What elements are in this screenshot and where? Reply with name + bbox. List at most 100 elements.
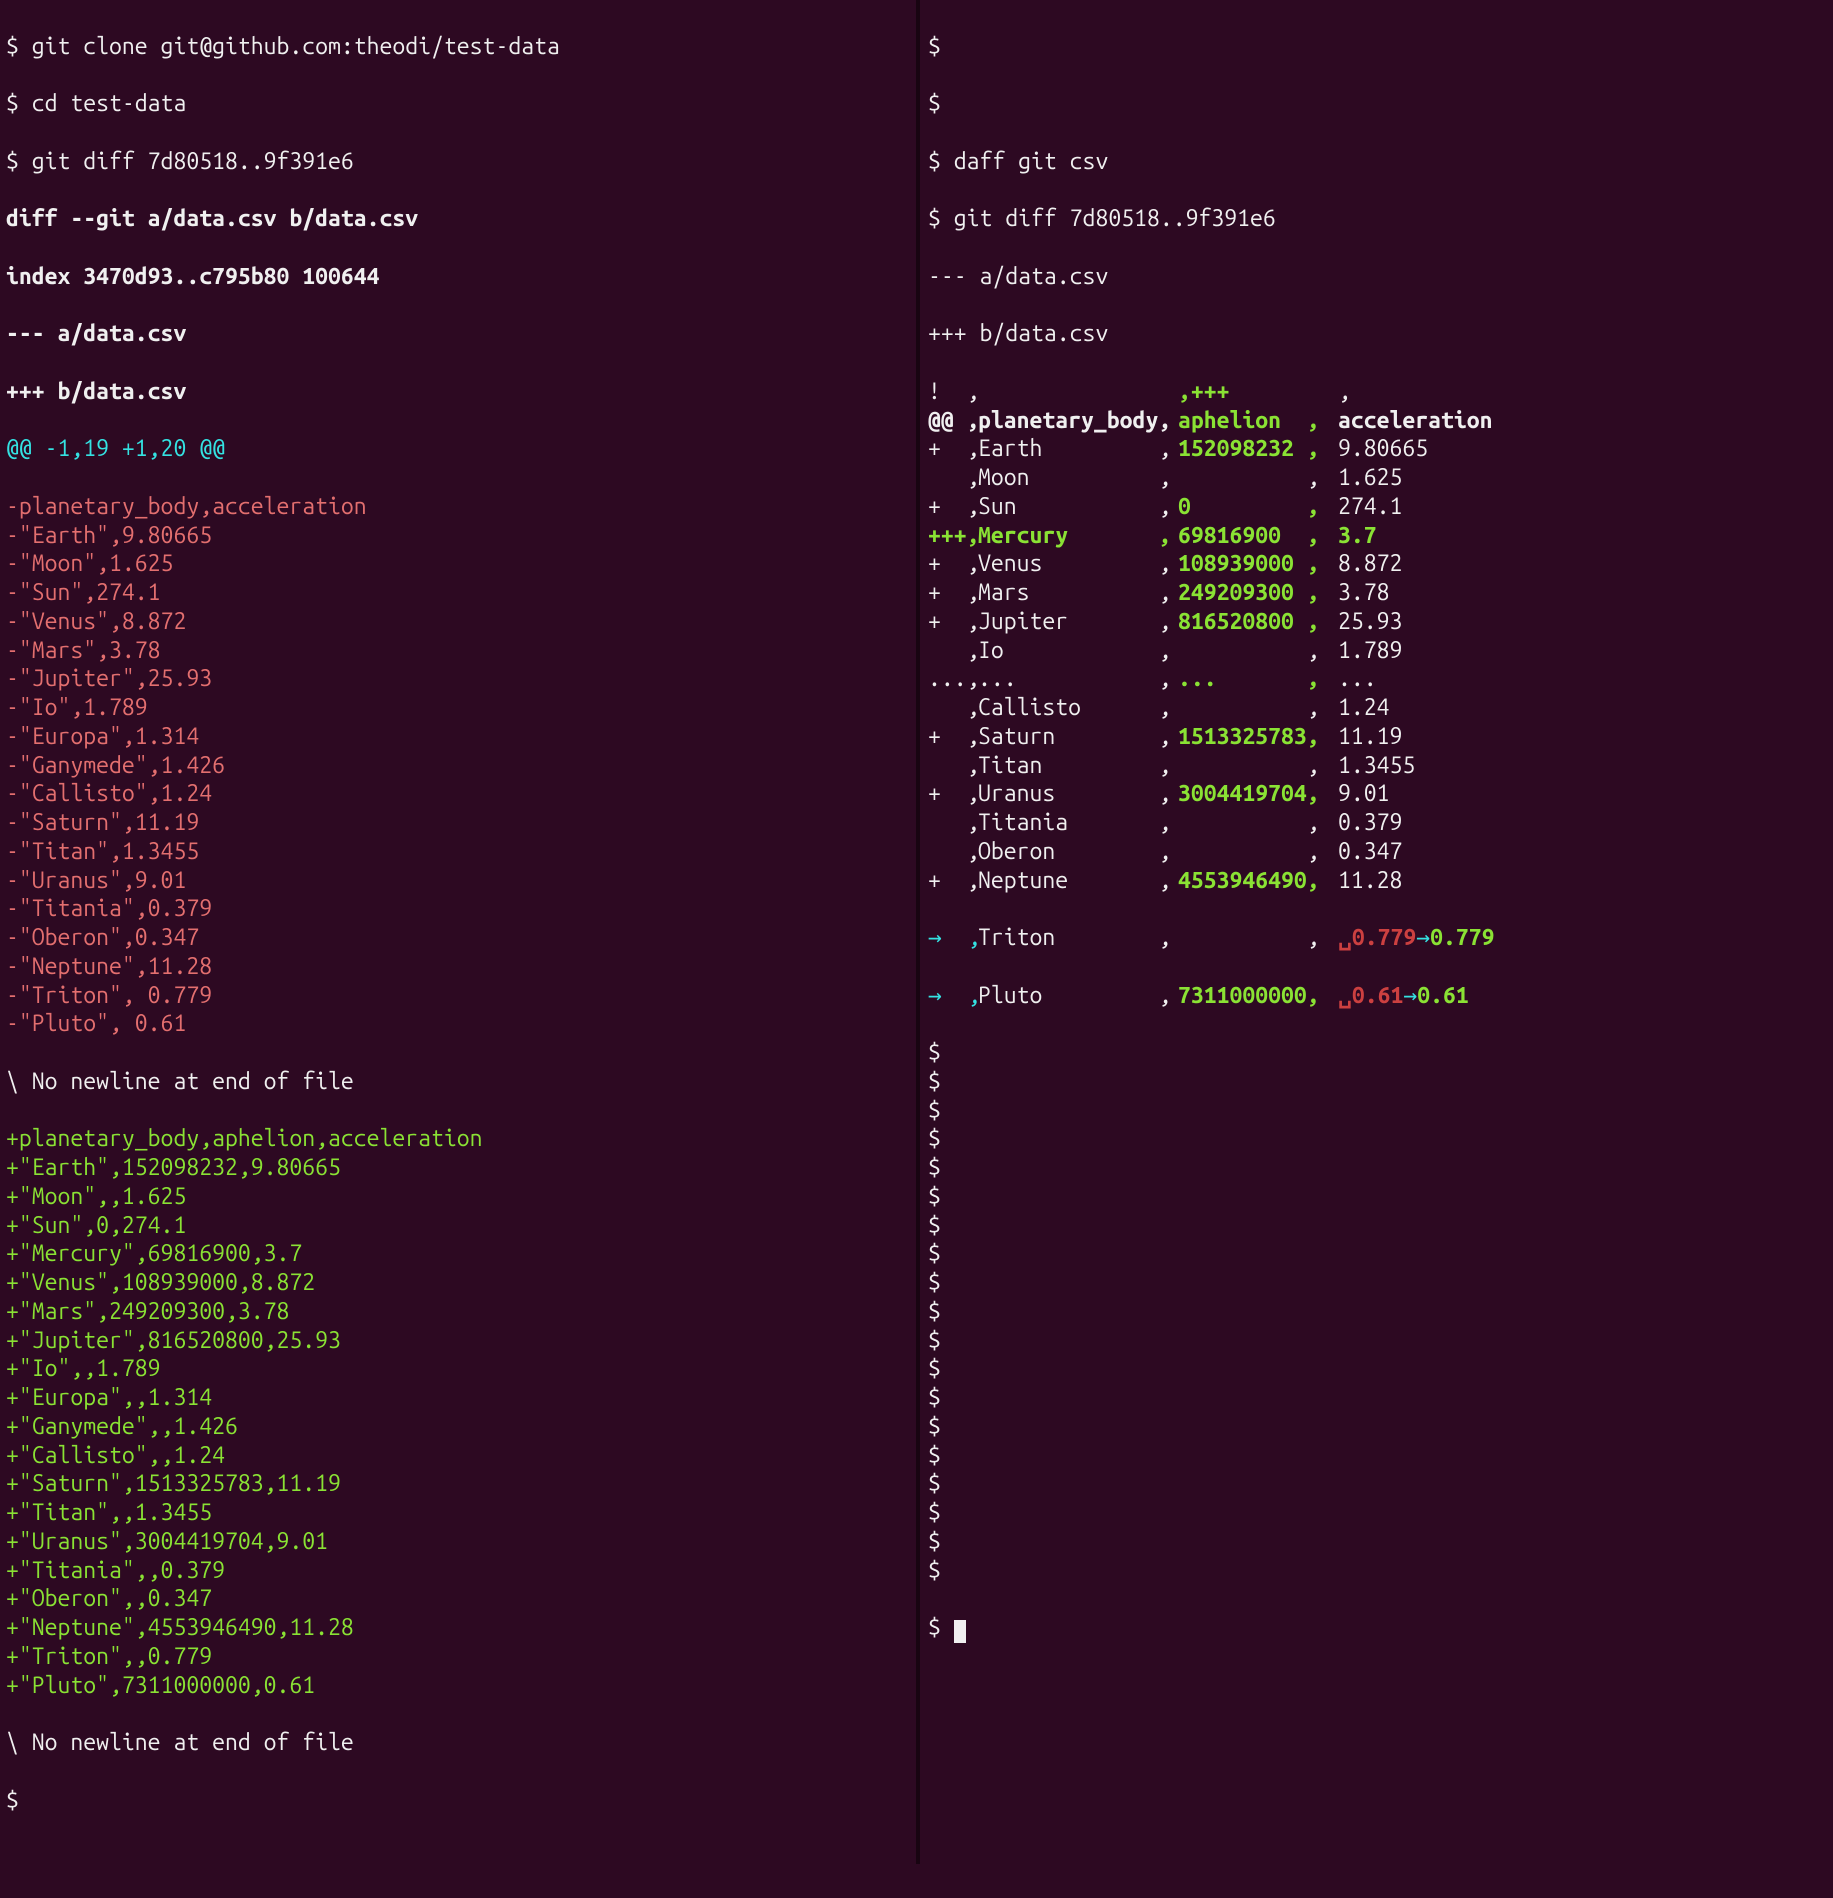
shell-prompt[interactable]: $ [928,1240,1827,1269]
daff-row: ,Io , ,1.789 [928,637,1827,666]
daff-cell: Sun , [978,493,1178,522]
daff-cell: 25.93 [1338,608,1402,637]
shell-prompt[interactable]: $ [928,1557,1827,1586]
daff-cell: 108939000 , [1178,550,1338,579]
shell-prompt[interactable]: $ [928,1355,1827,1384]
daff-row: + ,Neptune ,4553946490,11.28 [928,867,1827,896]
shell-prompt[interactable]: $ [928,90,1827,119]
shell-prompt[interactable]: $ [928,1068,1827,1097]
shell-prompt[interactable]: $ [928,1154,1827,1183]
cursor-icon [954,1620,966,1643]
daff-row: ,Titan , ,1.3455 [928,752,1827,781]
daff-cell: 3.78 [1338,579,1390,608]
diff-added-line: +"Europa",,1.314 [6,1384,910,1413]
shell-prompt[interactable]: $ [928,1528,1827,1557]
diff-added-line: +"Pluto",7311000000,0.61 [6,1672,910,1701]
diff-header-minus: --- a/data.csv [6,320,910,349]
daff-cell: 0 , [1178,493,1338,522]
shell-prompt[interactable]: $ [928,1327,1827,1356]
shell-prompt[interactable]: $ [928,1269,1827,1298]
diff-removed-line: -"Jupiter",25.93 [6,665,910,694]
diff-removed-line: -"Europa",1.314 [6,723,910,752]
shell-prompt[interactable]: $ [928,1298,1827,1327]
daff-cell: planetary_body, [978,407,1178,436]
terminal-right-pane[interactable]: $ $ $ daff git csv $ git diff 7d80518..9… [920,0,1833,1864]
daff-row: + ,Earth ,152098232 ,9.80665 [928,435,1827,464]
shell-prompt[interactable]: $ [928,1442,1827,1471]
shell-prompt[interactable]: $ [928,1183,1827,1212]
daff-cell: 4553946490, [1178,867,1338,896]
daff-cell: + , [928,780,978,809]
diff-removed-line: -"Ganymede",1.426 [6,752,910,781]
daff-cell: 274.1 [1338,493,1402,522]
diff-removed-line: -planetary_body,acceleration [6,493,910,522]
shell-prompt[interactable]: $ [928,1097,1827,1126]
daff-cell: 0.347 [1338,838,1402,867]
cmd-git-diff: $ git diff 7d80518..9f391e6 [928,205,1827,234]
daff-cell: 9.80665 [1338,435,1428,464]
daff-cell: + , [928,435,978,464]
daff-row: ...,... ,... ,... [928,665,1827,694]
daff-cell: Earth , [978,435,1178,464]
diff-removed-line: -"Titan",1.3455 [6,838,910,867]
daff-cell: , [928,838,978,867]
shell-prompt[interactable]: $ [928,1039,1827,1068]
daff-cell: +++, [928,522,978,551]
daff-cell: Oberon , [978,838,1178,867]
daff-cell: 11.28 [1338,867,1402,896]
diff-added-line: +"Oberon",,0.347 [6,1585,910,1614]
daff-row: + ,Jupiter ,816520800 ,25.93 [928,608,1827,637]
diff-header-plus: +++ b/data.csv [928,320,1827,349]
daff-row: + ,Uranus ,3004419704,9.01 [928,780,1827,809]
shell-prompt[interactable]: $ [928,33,1827,62]
daff-cell: Venus , [978,550,1178,579]
daff-cell: 1.789 [1338,637,1402,666]
daff-cell: 1.24 [1338,694,1390,723]
trailing-prompts: $$$$$$$$$$$$$$$$$$$ [928,1039,1827,1585]
shell-prompt[interactable]: $ [928,1470,1827,1499]
daff-cell: ,+++ [1178,378,1338,407]
diff-removed-line: -"Saturn",11.19 [6,809,910,838]
shell-prompt[interactable]: $ [928,1125,1827,1154]
daff-cell: Mercury , [978,522,1178,551]
diff-added-line: +"Mars",249209300,3.78 [6,1298,910,1327]
shell-prompt[interactable]: $ [6,1787,910,1816]
daff-cell: 152098232 , [1178,435,1338,464]
diff-removed-line: -"Callisto",1.24 [6,780,910,809]
daff-cell: 1.625 [1338,464,1402,493]
daff-cell: 3.7 [1338,522,1377,551]
daff-cell: + , [928,608,978,637]
daff-row: ,Titania , ,0.379 [928,809,1827,838]
diff-added-line: +"Callisto",,1.24 [6,1442,910,1471]
daff-cell: Titania , [978,809,1178,838]
shell-prompt-active[interactable]: $ [928,1614,1827,1643]
diff-removed-line: -"Oberon",0.347 [6,924,910,953]
shell-prompt[interactable]: $ [928,1499,1827,1528]
diff-header-files: diff --git a/data.csv b/data.csv [6,205,910,234]
daff-row: + ,Sun ,0 ,274.1 [928,493,1827,522]
daff-cell: , [1178,752,1338,781]
cmd-git-diff: $ git diff 7d80518..9f391e6 [6,148,910,177]
shell-prompt[interactable]: $ [928,1413,1827,1442]
shell-prompt[interactable]: $ [928,1212,1827,1241]
daff-cell: , [928,464,978,493]
daff-cell: Mars , [978,579,1178,608]
daff-cell: 249209300 , [1178,579,1338,608]
daff-cell: , [1338,378,1351,407]
daff-cell: ... , [1178,665,1338,694]
daff-cell: ... [1338,665,1377,694]
terminal-left-pane[interactable]: $ git clone git@github.com:theodi/test-d… [0,0,920,1864]
shell-prompt[interactable]: $ [928,1384,1827,1413]
daff-cell: Uranus , [978,780,1178,809]
diff-added-line: +"Jupiter",816520800,25.93 [6,1327,910,1356]
daff-cell: acceleration [1338,407,1493,436]
diff-added-line: +"Moon",,1.625 [6,1183,910,1212]
diff-header-index: index 3470d93..c795b80 100644 [6,263,910,292]
daff-row: ,Moon , ,1.625 [928,464,1827,493]
daff-cell: ! , [928,378,978,407]
daff-cell: , [1178,838,1338,867]
daff-row: + ,Mars ,249209300 ,3.78 [928,579,1827,608]
diff-removed-line: -"Triton", 0.779 [6,982,910,1011]
daff-cell: Titan , [978,752,1178,781]
daff-cell: + , [928,493,978,522]
